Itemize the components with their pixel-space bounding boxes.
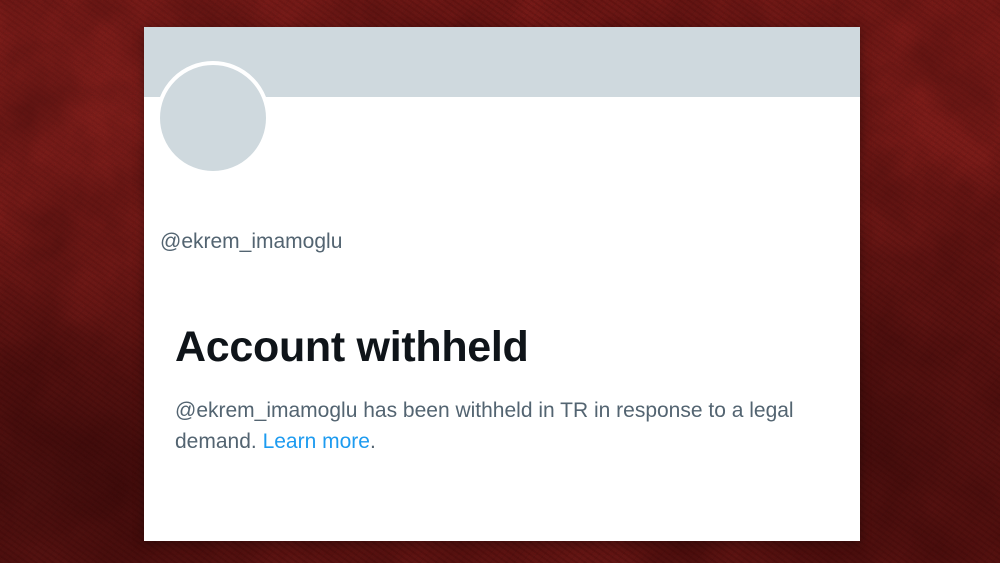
notice-title: Account withheld <box>175 323 529 371</box>
profile-avatar <box>156 61 270 175</box>
withheld-profile-card: @ekrem_imamoglu Account withheld @ekrem_… <box>144 27 860 541</box>
learn-more-link[interactable]: Learn more <box>263 430 370 453</box>
notice-message: @ekrem_imamoglu has been withheld in TR … <box>175 395 835 457</box>
notice-trailing-punctuation: . <box>369 430 376 453</box>
profile-handle: @ekrem_imamoglu <box>160 230 343 253</box>
